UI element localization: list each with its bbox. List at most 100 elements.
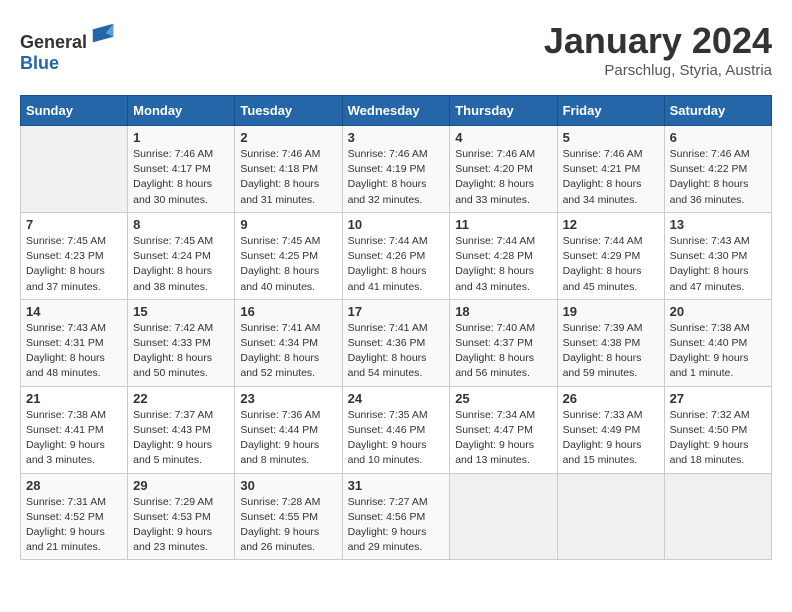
day-number: 17 [348,304,445,319]
header-day-friday: Friday [557,96,664,126]
day-cell: 11 Sunrise: 7:44 AMSunset: 4:28 PMDayligh… [450,212,557,299]
header-day-wednesday: Wednesday [342,96,450,126]
logo-text: General Blue [20,20,117,74]
header-day-monday: Monday [128,96,235,126]
day-number: 6 [670,130,766,145]
day-number: 20 [670,304,766,319]
day-info: Sunrise: 7:27 AMSunset: 4:56 PMDaylight:… [348,495,445,556]
logo-icon [89,20,117,48]
day-info: Sunrise: 7:41 AMSunset: 4:36 PMDaylight:… [348,321,445,382]
day-number: 31 [348,478,445,493]
day-number: 15 [133,304,229,319]
day-number: 7 [26,217,122,232]
day-number: 29 [133,478,229,493]
day-cell: 1Sunrise: 7:46 AMSunset: 4:17 PMDaylight… [128,126,235,213]
day-info: Sunrise: 7:42 AMSunset: 4:33 PMDaylight:… [133,321,229,382]
calendar-table: SundayMondayTuesdayWednesdayThursdayFrid… [20,95,772,560]
day-info: Sunrise: 7:34 AMSunset: 4:47 PMDaylight:… [455,408,551,469]
day-info: Sunrise: 7:44 AMSunset: 4:26 PMDaylight:… [348,234,445,295]
day-cell: 21 Sunrise: 7:38 AMSunset: 4:41 PMDayligh… [21,386,128,473]
header: General Blue January 2024 Parschlug, Sty… [20,20,772,79]
day-cell: 31 Sunrise: 7:27 AMSunset: 4:56 PMDayligh… [342,473,450,560]
day-number: 19 [563,304,659,319]
day-number: 9 [240,217,336,232]
day-cell [450,473,557,560]
day-cell: 2Sunrise: 7:46 AMSunset: 4:18 PMDaylight… [235,126,342,213]
day-number: 10 [348,217,445,232]
day-info: Sunrise: 7:31 AMSunset: 4:52 PMDaylight:… [26,495,122,556]
day-cell: 15 Sunrise: 7:42 AMSunset: 4:33 PMDayligh… [128,299,235,386]
day-cell [557,473,664,560]
header-day-thursday: Thursday [450,96,557,126]
day-info: Sunrise: 7:45 AMSunset: 4:25 PMDaylight:… [240,234,336,295]
day-cell: 5Sunrise: 7:46 AMSunset: 4:21 PMDaylight… [557,126,664,213]
day-cell: 8 Sunrise: 7:45 AMSunset: 4:24 PMDaylight… [128,212,235,299]
day-number: 1 [133,130,229,145]
day-number: 14 [26,304,122,319]
day-cell: 4Sunrise: 7:46 AMSunset: 4:20 PMDaylight… [450,126,557,213]
day-number: 11 [455,217,551,232]
day-info: Sunrise: 7:28 AMSunset: 4:55 PMDaylight:… [240,495,336,556]
day-cell: 13Sunrise: 7:43 AMSunset: 4:30 PMDayligh… [664,212,771,299]
day-cell: 27Sunrise: 7:32 AMSunset: 4:50 PMDayligh… [664,386,771,473]
day-cell: 23Sunrise: 7:36 AMSunset: 4:44 PMDayligh… [235,386,342,473]
day-info: Sunrise: 7:45 AMSunset: 4:24 PMDaylight:… [133,234,229,295]
day-info: Sunrise: 7:35 AMSunset: 4:46 PMDaylight:… [348,408,445,469]
day-cell [21,126,128,213]
day-number: 26 [563,391,659,406]
day-info: Sunrise: 7:37 AMSunset: 4:43 PMDaylight:… [133,408,229,469]
day-cell: 12Sunrise: 7:44 AMSunset: 4:29 PMDayligh… [557,212,664,299]
day-number: 30 [240,478,336,493]
day-cell: 6Sunrise: 7:46 AMSunset: 4:22 PMDaylight… [664,126,771,213]
day-cell: 10 Sunrise: 7:44 AMSunset: 4:26 PMDayligh… [342,212,450,299]
day-cell: 19 Sunrise: 7:39 AMSunset: 4:38 PMDayligh… [557,299,664,386]
day-info: Sunrise: 7:45 AMSunset: 4:23 PMDaylight:… [26,234,122,295]
day-number: 3 [348,130,445,145]
day-info: Sunrise: 7:40 AMSunset: 4:37 PMDaylight:… [455,321,551,382]
week-row-2: 7 Sunrise: 7:45 AMSunset: 4:23 PMDaylight… [21,212,772,299]
logo-general: General [20,32,87,52]
logo: General Blue [20,20,117,74]
day-cell: 25Sunrise: 7:34 AMSunset: 4:47 PMDayligh… [450,386,557,473]
day-number: 16 [240,304,336,319]
day-number: 23 [240,391,336,406]
header-row: SundayMondayTuesdayWednesdayThursdayFrid… [21,96,772,126]
day-cell: 7 Sunrise: 7:45 AMSunset: 4:23 PMDaylight… [21,212,128,299]
day-number: 8 [133,217,229,232]
day-info: Sunrise: 7:43 AMSunset: 4:31 PMDaylight:… [26,321,122,382]
day-cell: 17 Sunrise: 7:41 AMSunset: 4:36 PMDayligh… [342,299,450,386]
day-info: Sunrise: 7:39 AMSunset: 4:38 PMDaylight:… [563,321,659,382]
day-cell: 14 Sunrise: 7:43 AMSunset: 4:31 PMDayligh… [21,299,128,386]
day-info: Sunrise: 7:46 AMSunset: 4:20 PMDaylight:… [455,147,551,208]
calendar-subtitle: Parschlug, Styria, Austria [544,62,772,79]
day-info: Sunrise: 7:33 AMSunset: 4:49 PMDaylight:… [563,408,659,469]
day-info: Sunrise: 7:44 AMSunset: 4:28 PMDaylight:… [455,234,551,295]
day-cell: 24 Sunrise: 7:35 AMSunset: 4:46 PMDayligh… [342,386,450,473]
day-info: Sunrise: 7:38 AMSunset: 4:41 PMDaylight:… [26,408,122,469]
day-info: Sunrise: 7:46 AMSunset: 4:18 PMDaylight:… [240,147,336,208]
day-number: 5 [563,130,659,145]
header-day-saturday: Saturday [664,96,771,126]
header-day-sunday: Sunday [21,96,128,126]
week-row-5: 28Sunrise: 7:31 AMSunset: 4:52 PMDayligh… [21,473,772,560]
header-day-tuesday: Tuesday [235,96,342,126]
day-cell: 26 Sunrise: 7:33 AMSunset: 4:49 PMDayligh… [557,386,664,473]
day-cell: 20 Sunrise: 7:38 AMSunset: 4:40 PMDayligh… [664,299,771,386]
title-area: January 2024 Parschlug, Styria, Austria [544,20,772,79]
day-cell: 9 Sunrise: 7:45 AMSunset: 4:25 PMDaylight… [235,212,342,299]
day-info: Sunrise: 7:29 AMSunset: 4:53 PMDaylight:… [133,495,229,556]
logo-blue: Blue [20,53,59,73]
day-cell: 16 Sunrise: 7:41 AMSunset: 4:34 PMDayligh… [235,299,342,386]
day-info: Sunrise: 7:43 AMSunset: 4:30 PMDaylight:… [670,234,766,295]
week-row-1: 1Sunrise: 7:46 AMSunset: 4:17 PMDaylight… [21,126,772,213]
day-number: 18 [455,304,551,319]
day-number: 21 [26,391,122,406]
day-info: Sunrise: 7:38 AMSunset: 4:40 PMDaylight:… [670,321,766,382]
day-number: 24 [348,391,445,406]
day-info: Sunrise: 7:32 AMSunset: 4:50 PMDaylight:… [670,408,766,469]
day-cell: 3Sunrise: 7:46 AMSunset: 4:19 PMDaylight… [342,126,450,213]
day-info: Sunrise: 7:41 AMSunset: 4:34 PMDaylight:… [240,321,336,382]
week-row-4: 21 Sunrise: 7:38 AMSunset: 4:41 PMDayligh… [21,386,772,473]
day-cell: 29 Sunrise: 7:29 AMSunset: 4:53 PMDayligh… [128,473,235,560]
day-cell: 18 Sunrise: 7:40 AMSunset: 4:37 PMDayligh… [450,299,557,386]
